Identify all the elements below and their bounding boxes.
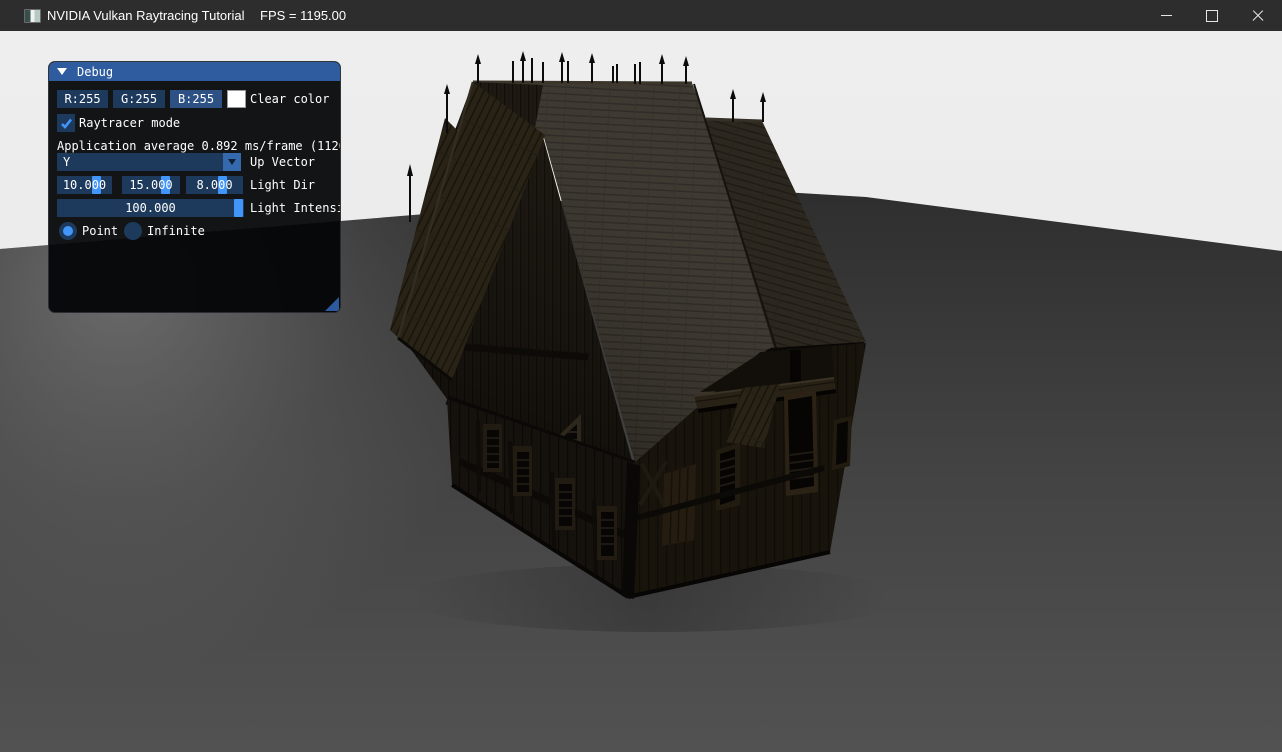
raytracer-checkbox[interactable] [57,114,75,132]
chevron-down-icon [228,159,236,165]
collapse-arrow-icon[interactable] [57,68,67,75]
up-vector-row: Y Up Vector [49,153,340,171]
resize-grip[interactable] [325,297,339,311]
debug-panel-title: Debug [77,65,113,79]
light-intensity-slider[interactable]: 100.000 [57,199,244,217]
light-intensity-row: 100.000 Light Intensity [49,199,340,217]
close-icon [1252,10,1264,22]
clear-color-label: Clear color [250,92,329,106]
clear-color-row: R:255 G:255 B:255 Clear color [49,90,340,108]
clear-color-swatch[interactable] [227,90,246,108]
radio-infinite-label: Infinite [147,224,205,238]
maximize-button[interactable] [1189,0,1235,31]
combo-arrow-button[interactable] [223,153,241,171]
color-b-button[interactable]: B:255 [170,90,222,108]
fps-counter: FPS = 1195.00 [260,8,346,23]
up-vector-combo[interactable]: Y [57,153,241,171]
color-r-button[interactable]: R:255 [57,90,108,108]
slider-grab[interactable] [234,199,243,217]
radio-point[interactable] [59,222,77,240]
radio-infinite[interactable] [124,222,142,240]
light-intensity-label: Light Intensity [250,201,341,215]
light-dir-z-slider[interactable]: 8.000 [186,176,243,194]
color-g-button[interactable]: G:255 [113,90,165,108]
close-button[interactable] [1235,0,1281,31]
debug-panel[interactable]: Debug R:255 G:255 B:255 Clear color Rayt… [48,61,341,313]
maximize-icon [1206,10,1218,22]
radio-dot [63,226,73,236]
minimize-icon [1161,15,1172,16]
light-dir-label: Light Dir [250,178,315,192]
up-vector-label: Up Vector [250,155,315,169]
checkmark-icon [60,117,73,130]
light-type-row: Point Infinite [49,222,340,240]
window-title: NVIDIA Vulkan Raytracing Tutorial [47,8,245,23]
app-icon [24,9,41,23]
radio-point-label: Point [82,224,118,238]
raytracer-label: Raytracer mode [79,116,180,130]
light-dir-x-slider[interactable]: 10.000 [57,176,112,194]
stats-text: Application average 0.892 ms/frame (1120 [57,139,341,153]
debug-panel-titlebar[interactable]: Debug [49,62,340,81]
minimize-button[interactable] [1143,0,1189,31]
up-vector-value: Y [63,155,70,169]
raytracer-row: Raytracer mode [49,114,340,132]
window-titlebar[interactable]: NVIDIA Vulkan Raytracing Tutorial FPS = … [0,0,1282,31]
light-dir-y-slider[interactable]: 15.000 [122,176,180,194]
light-dir-row: 10.000 15.000 8.000 Light Dir [49,176,340,194]
